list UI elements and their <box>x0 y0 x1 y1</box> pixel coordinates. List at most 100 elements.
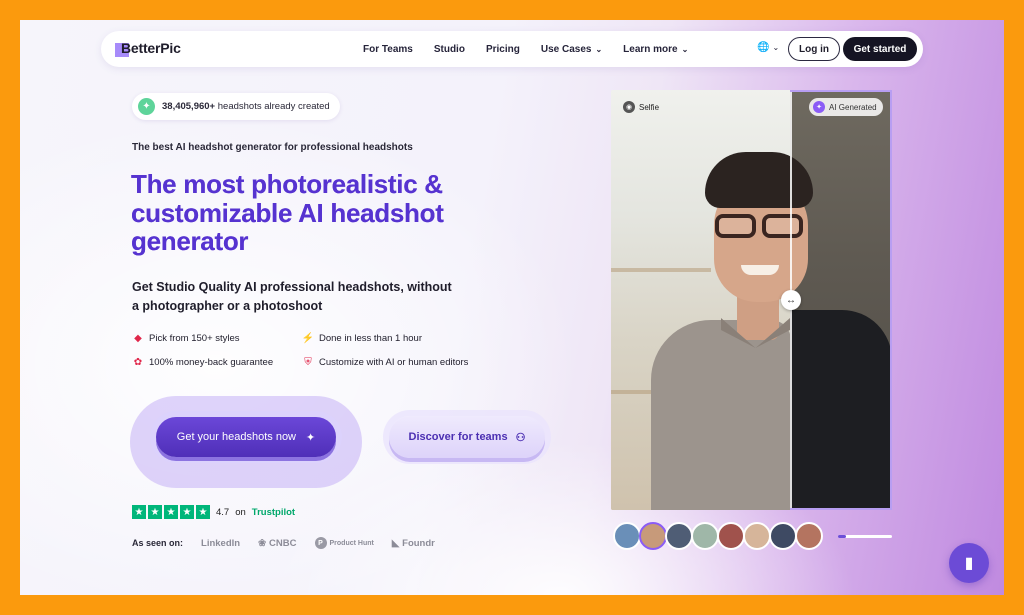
sparkle-icon: ✦ <box>813 101 825 113</box>
nav-link-learn-more[interactable]: Learn more ⌄ <box>623 44 688 55</box>
thumbnail[interactable] <box>691 522 719 550</box>
rating-stars: ★ ★ ★ ★ ★ <box>132 505 210 519</box>
headline-accent: The most photorealistic & <box>131 169 443 199</box>
producthunt-icon: P <box>314 537 327 549</box>
feature-item: ⚡ Done in less than 1 hour <box>302 332 472 344</box>
sparkle-icon: ✦ <box>138 98 155 115</box>
count-label: headshots already created <box>215 101 330 112</box>
sparkle-icon: ✦ <box>306 431 316 444</box>
chat-icon: ▮ <box>964 555 974 572</box>
cta-primary-label: Get your headshots now <box>176 431 297 443</box>
seen-label: As seen on: <box>132 538 184 548</box>
rating-on: on <box>235 506 246 518</box>
get-started-button[interactable]: Get started <box>843 37 917 61</box>
feature-item: ✿ 100% money-back guarantee <box>132 356 302 368</box>
page-title: The most photorealistic & customizable A… <box>131 170 531 256</box>
cta-secondary-label: Discover for teams <box>408 431 508 443</box>
feature-list: ◆ Pick from 150+ styles ⚡ Done in less tha… <box>132 332 492 368</box>
feature-item: ⛨ Customize with AI or human editors <box>302 356 472 368</box>
top-nav: BetterPic For Teams Studio Pricing Use C… <box>101 31 923 67</box>
cnbc-text: CNBC <box>269 537 297 549</box>
producthunt-logo: P Product Hunt <box>314 537 374 549</box>
selfie-tag-label: Selfie <box>639 102 660 112</box>
shield-icon: ⛨ <box>304 356 312 368</box>
discover-teams-button[interactable]: Discover for teams ⚇ <box>389 416 545 458</box>
nav-links: For Teams Studio Pricing Use Cases ⌄ Lear… <box>363 31 688 67</box>
trustpilot-rating[interactable]: ★ ★ ★ ★ ★ 4.7 on Trustpilot <box>132 505 295 519</box>
hair <box>705 152 813 208</box>
nav-link-label: Studio <box>433 43 465 55</box>
headshots-count-badge: ✦ 38,405,960+ headshots already created <box>132 93 340 120</box>
smile <box>741 265 779 275</box>
selfie-shirt <box>651 320 791 510</box>
rating-score: 4.7 <box>216 506 230 518</box>
star-icon: ★ <box>148 505 162 519</box>
ai-tag-label: AI Generated <box>829 102 877 112</box>
cnbc-logo: ❀ CNBC <box>258 538 296 549</box>
chevron-down-icon: ⌄ <box>595 44 603 54</box>
thumbnail[interactable] <box>769 522 797 550</box>
foundr-text: Foundr <box>402 537 435 549</box>
ai-shirt <box>790 310 892 510</box>
page-frame: BetterPic For Teams Studio Pricing Use C… <box>20 20 1004 595</box>
count-number: 38,405,960+ <box>162 101 216 112</box>
example-thumbnails <box>613 522 823 550</box>
language-selector[interactable]: 🌐 ⌄ <box>757 42 779 53</box>
team-icon: ⚇ <box>515 431 526 444</box>
feature-label: 100% money-back guarantee <box>149 356 274 368</box>
feature-label: Customize with AI or human editors <box>319 356 469 368</box>
lightning-icon: ⚡ <box>301 332 315 344</box>
thumbnail[interactable] <box>639 522 667 550</box>
rating-platform: Trustpilot <box>251 506 296 518</box>
thumbnail[interactable] <box>613 522 641 550</box>
eyebrow-text: The best AI headshot generator for profe… <box>132 142 413 153</box>
lens <box>762 214 803 238</box>
nav-link-label: Learn more <box>623 43 678 55</box>
as-seen-on: As seen on: LinkedIn ❀ CNBC P Product Hunt… <box>132 537 435 549</box>
linkedin-logo: LinkedIn <box>201 537 241 549</box>
thumbnail[interactable] <box>717 522 745 550</box>
logo-text: BetterPic <box>121 40 181 56</box>
tag-icon: ◆ <box>134 332 142 344</box>
star-icon: ★ <box>132 505 146 519</box>
selfie-tag: ◉ Selfie <box>619 98 665 116</box>
logo[interactable]: BetterPic <box>115 39 181 57</box>
nav-link-use-cases[interactable]: Use Cases ⌄ <box>541 44 602 55</box>
chat-button[interactable]: ▮ <box>949 543 989 583</box>
star-icon: ★ <box>180 505 194 519</box>
feature-item: ◆ Pick from 150+ styles <box>132 332 302 344</box>
lens <box>715 214 756 238</box>
headline-line2: customizable AI headshot <box>131 197 444 228</box>
globe-icon: 🌐 <box>757 42 770 53</box>
carousel-progress-fill <box>838 535 847 538</box>
camera-icon: ◉ <box>623 101 635 113</box>
chevron-down-icon: ⌄ <box>681 44 689 54</box>
thumbnail[interactable] <box>665 522 693 550</box>
foundr-logo: ◣ Foundr <box>392 538 435 549</box>
award-icon: ✿ <box>133 356 143 368</box>
nav-link-pricing[interactable]: Pricing <box>486 44 520 55</box>
peacock-icon: ❀ <box>258 537 267 549</box>
headline-line3: generator <box>131 226 249 256</box>
shelf <box>611 268 711 272</box>
thumbnail[interactable] <box>795 522 823 550</box>
feature-label: Pick from 150+ styles <box>149 332 240 344</box>
nav-link-studio[interactable]: Studio <box>434 44 465 55</box>
nav-link-for-teams[interactable]: For Teams <box>363 44 413 55</box>
nav-link-label: Use Cases <box>540 43 592 55</box>
login-button[interactable]: Log in <box>788 37 840 61</box>
star-icon: ★ <box>196 505 210 519</box>
carousel-progress <box>838 535 892 538</box>
nav-link-label: For Teams <box>363 43 413 55</box>
feature-label: Done in less than 1 hour <box>319 332 422 344</box>
foundr-icon: ◣ <box>391 537 400 549</box>
subheadline: Get Studio Quality AI professional heads… <box>132 280 452 313</box>
producthunt-text: Product Hunt <box>329 539 374 547</box>
get-headshots-button[interactable]: Get your headshots now ✦ <box>156 417 336 457</box>
before-after-photo[interactable]: ↔ ◉ Selfie ✦ AI Generated <box>611 90 892 510</box>
thumbnail[interactable] <box>743 522 771 550</box>
nav-link-label: Pricing <box>485 43 520 55</box>
star-icon: ★ <box>164 505 178 519</box>
count-text: 38,405,960+ headshots already created <box>162 101 330 112</box>
compare-slider-handle[interactable]: ↔ <box>781 290 801 310</box>
